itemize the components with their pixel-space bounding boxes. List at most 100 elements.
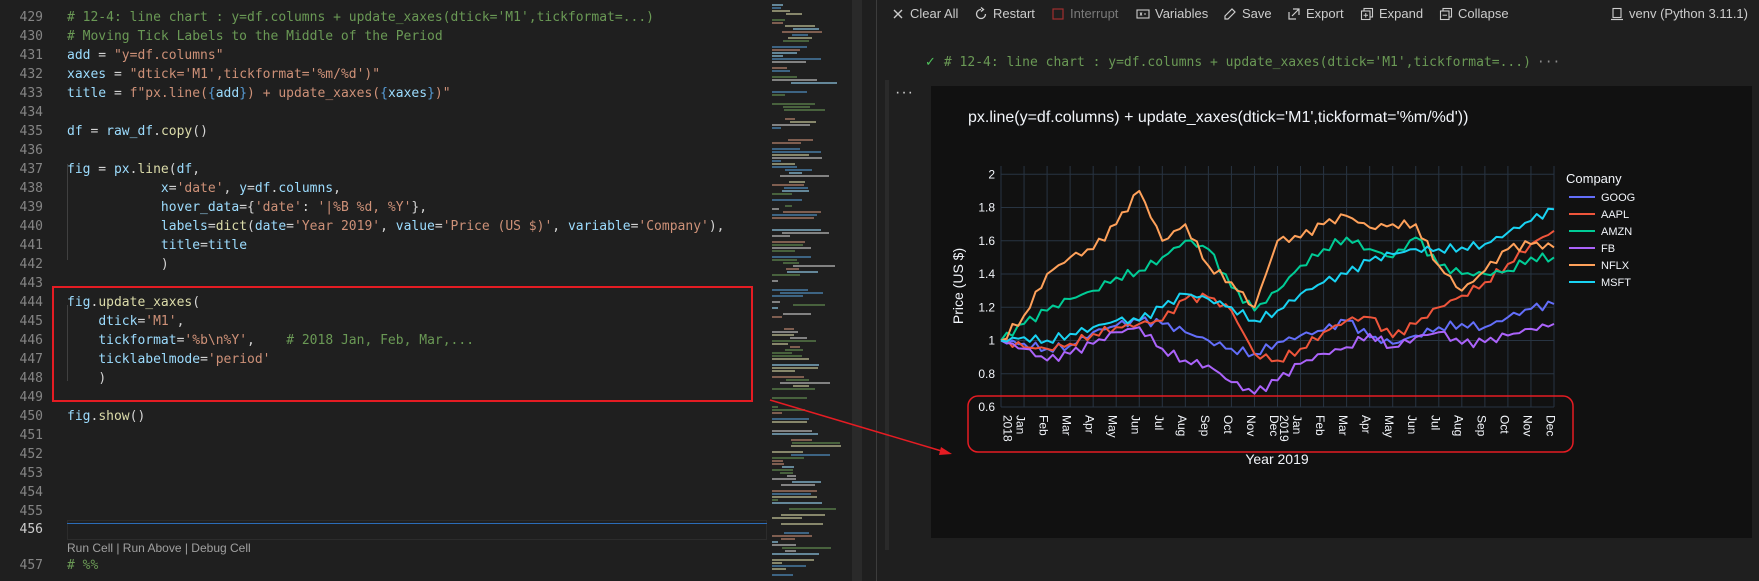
code-token: title — [160, 238, 201, 253]
code-token: , — [552, 219, 568, 234]
minimap-line — [786, 268, 799, 270]
minimap-line — [772, 94, 785, 96]
kernel-picker[interactable]: venv (Python 3.11.1) — [1610, 6, 1748, 21]
chart-svg[interactable]: px.line(y=df.columns) + update_xaxes(dti… — [931, 86, 1752, 538]
code-token: labels — [160, 219, 208, 234]
line-number: 442 — [19, 257, 43, 272]
export-button[interactable]: Export — [1287, 6, 1344, 21]
minimap-line — [772, 478, 796, 480]
legend-item-label: GOOG — [1601, 192, 1635, 204]
minimap-line — [790, 337, 807, 339]
close-icon — [891, 7, 905, 21]
variables-button[interactable]: Variables — [1136, 6, 1208, 21]
kernel-icon — [1610, 7, 1624, 21]
legend-item-label: NFLX — [1601, 260, 1630, 272]
minimap-line — [772, 376, 804, 378]
code-token: = — [200, 238, 208, 253]
minimap-line — [772, 76, 797, 78]
expand-icon — [1360, 7, 1374, 21]
minimap-line — [782, 232, 829, 234]
minimap-line — [772, 166, 797, 168]
code-token: = — [106, 67, 130, 82]
ellipsis-icon: ··· — [1536, 55, 1561, 70]
export-label: Export — [1306, 6, 1344, 21]
editor-scrollbar-thumb[interactable] — [852, 0, 862, 581]
code-token: y — [239, 181, 248, 196]
interrupt-button[interactable]: Interrupt — [1051, 6, 1118, 21]
code-line[interactable]: 450 fig.show() — [0, 407, 770, 426]
code-token: title — [67, 86, 107, 101]
code-token: fig — [67, 409, 91, 424]
code-token: 'Year 2019' — [294, 219, 381, 234]
minimap-line — [785, 25, 815, 27]
minimap-line — [772, 490, 817, 492]
collapse-icon — [1439, 7, 1453, 21]
code-text: fig.show() — [67, 407, 145, 426]
minimap-line — [772, 55, 783, 57]
code-token: copy — [160, 124, 193, 139]
code-line[interactable]: 438 x='date', y=df.columns, — [0, 179, 770, 198]
minimap-line — [772, 343, 788, 345]
minimap-line — [772, 280, 778, 282]
code-token: "y=df.columns" — [113, 48, 224, 63]
code-line[interactable]: 436 — [0, 141, 770, 160]
code-line[interactable]: 442 ) — [0, 255, 770, 274]
code-token: () — [192, 124, 208, 139]
line-number: 447 — [19, 352, 43, 367]
code-line[interactable]: 457 # %% — [0, 556, 770, 575]
code-line[interactable]: 455 — [0, 502, 770, 521]
x-tick-label: Jul — [1152, 415, 1166, 430]
expand-button[interactable]: Expand — [1360, 6, 1423, 21]
code-text: # Moving Tick Labels to the Middle of th… — [67, 27, 443, 46]
minimap-line — [791, 454, 830, 456]
collapse-button[interactable]: Collapse — [1439, 6, 1509, 21]
line-number: 429 — [19, 10, 43, 25]
code-line[interactable]: 451 — [0, 426, 770, 445]
x-tick-label: Oct — [1497, 415, 1511, 434]
minimap-line — [772, 457, 804, 459]
minimap-line — [772, 217, 814, 219]
code-token: add — [67, 48, 91, 63]
variables-icon — [1136, 7, 1150, 21]
editor-scrollbar[interactable] — [852, 0, 862, 581]
minimap-line — [772, 340, 816, 342]
code-text: # %% — [67, 556, 98, 575]
cell-header[interactable]: ✓ # 12-4: line chart : y=df.columns + upd… — [925, 55, 1560, 70]
x-tick-label: Sep — [1198, 415, 1212, 437]
minimap-line — [787, 475, 796, 477]
codelens-run-cell[interactable]: Run Cell | Run Above | Debug Cell — [67, 541, 251, 555]
minimap-line — [772, 295, 803, 297]
code-line[interactable]: 437 fig = px.line(df, — [0, 160, 770, 179]
code-token: } — [427, 86, 435, 101]
code-line[interactable]: 433 title = f"px.line({add}) + update_xax… — [0, 84, 770, 103]
clear-all-button[interactable]: Clear All — [891, 6, 958, 21]
code-token: hover_data — [160, 200, 240, 215]
minimap[interactable] — [770, 0, 850, 581]
restart-button[interactable]: Restart — [974, 6, 1035, 21]
code-line[interactable]: 430 # Moving Tick Labels to the Middle of… — [0, 27, 770, 46]
save-button[interactable]: Save — [1223, 6, 1272, 21]
code-editor[interactable]: 429 # 12-4: line chart : y=df.columns + u… — [0, 0, 770, 581]
line-number: 443 — [19, 276, 43, 291]
code-line[interactable]: 434 — [0, 103, 770, 122]
code-token: () — [129, 409, 146, 424]
more-actions-icon[interactable]: ··· — [895, 84, 914, 102]
code-line[interactable]: 431 add = "y=df.columns" — [0, 46, 770, 65]
code-line[interactable]: 432 xaxes = "dtick='M1',tickformat='%m/%d… — [0, 65, 770, 84]
minimap-line — [785, 349, 803, 351]
minimap-line — [781, 538, 795, 540]
code-line[interactable]: 429 # 12-4: line chart : y=df.columns + u… — [0, 8, 770, 27]
code-line[interactable]: 440 labels=dict(date='Year 2019', value=… — [0, 217, 770, 236]
y-tick-label: 1.6 — [978, 234, 995, 248]
code-line[interactable]: 435 df = raw_df.copy() — [0, 122, 770, 141]
minimap-line — [783, 313, 811, 315]
minimap-line — [772, 151, 821, 153]
plotly-chart[interactable]: px.line(y=df.columns) + update_xaxes(dti… — [931, 86, 1752, 538]
code-line[interactable]: 453 — [0, 464, 770, 483]
code-line[interactable]: 454 — [0, 483, 770, 502]
code-line[interactable]: 441 title=title — [0, 236, 770, 255]
minimap-line — [772, 418, 809, 420]
code-line[interactable]: 452 — [0, 445, 770, 464]
code-line[interactable]: 439 hover_data={'date': '|%B %d, %Y'}, — [0, 198, 770, 217]
